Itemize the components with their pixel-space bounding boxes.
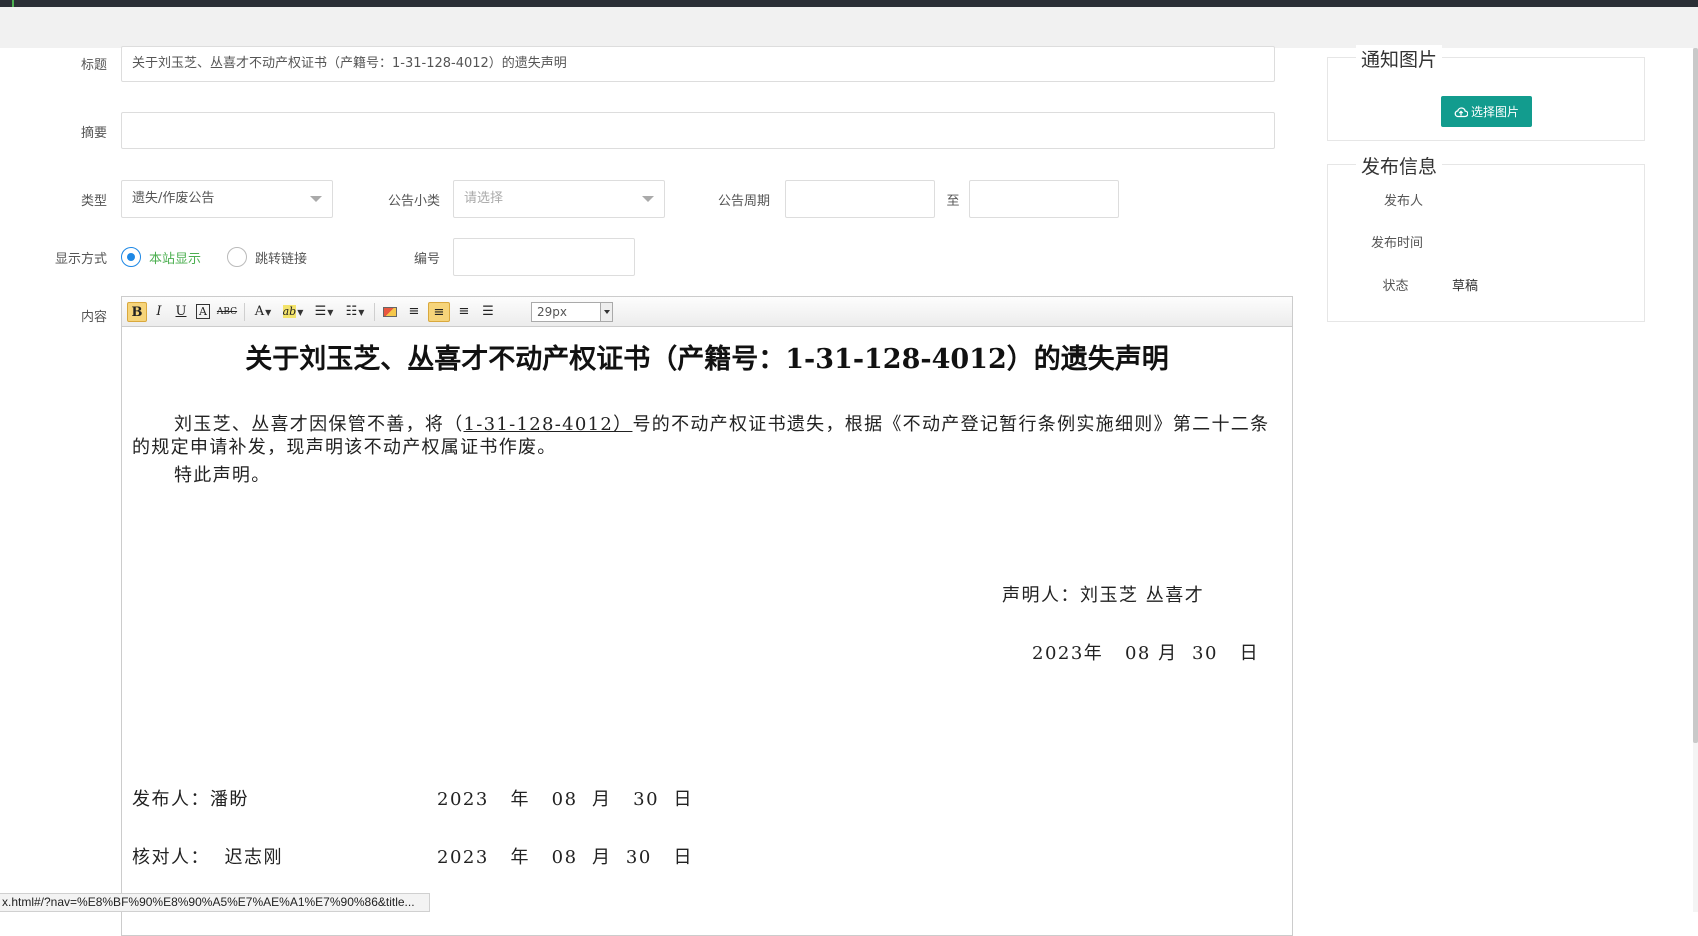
dropdown-arrow-icon: ▼ xyxy=(265,308,272,317)
select-image-button[interactable]: 选择图片 xyxy=(1441,96,1532,127)
content-label: 内容 xyxy=(80,310,107,325)
radio-jump-link-label: 跳转链接 xyxy=(255,251,308,267)
publisher-line: 发布人：潘盼 xyxy=(132,789,249,810)
text-color-icon: A xyxy=(254,304,265,319)
dropdown-arrow-icon: ▼ xyxy=(358,308,365,317)
align-center-button[interactable]: ≡ xyxy=(428,302,450,322)
highlight-button[interactable]: ab▼ xyxy=(279,302,307,322)
italic-button[interactable]: I xyxy=(150,302,168,322)
ordered-list-button[interactable]: ☰▼ xyxy=(311,302,337,322)
subcategory-placeholder: 请选择 xyxy=(464,191,504,206)
toolbar-divider xyxy=(374,303,375,321)
title-input-value: 关于刘玉芝、丛喜才不动产权证书（产籍号：1-31-128-4012）的遗失声明 xyxy=(132,56,567,71)
font-color-box-icon: A xyxy=(196,304,210,319)
document-title: 关于刘玉芝、丛喜才不动产权证书（产籍号：1-31-128-4012）的遗失声明 xyxy=(245,344,1169,375)
period-to-label: 至 xyxy=(946,194,960,209)
checker-line: 核对人： 迟志刚 xyxy=(132,847,283,868)
page-header-strip xyxy=(0,7,1698,48)
display-label: 显示方式 xyxy=(54,252,107,267)
publisher-date: 2023 年 08 月 30 日 xyxy=(437,789,693,810)
period-label: 公告周期 xyxy=(717,194,770,209)
status-label: 状态 xyxy=(1382,279,1409,294)
summary-label: 摘要 xyxy=(80,126,107,141)
chevron-down-icon[interactable] xyxy=(600,303,612,321)
title-label: 标题 xyxy=(80,58,107,73)
align-left-button[interactable]: ≡ xyxy=(404,302,424,322)
notice-image-panel: 通知图片 选择图片 xyxy=(1327,45,1645,141)
image-icon xyxy=(383,306,397,317)
chevron-down-icon xyxy=(642,196,654,202)
number-label: 编号 xyxy=(413,252,440,267)
declaration-date: 2023年 08 月 30 日 xyxy=(1032,643,1260,664)
unordered-list-button[interactable]: ☷▼ xyxy=(341,302,369,322)
document-paragraph-2: 特此声明。 xyxy=(174,465,271,486)
publish-info-panel: 发布信息 发布人 发布时间 状态 草稿 xyxy=(1327,152,1645,322)
browser-top-bar xyxy=(0,0,1698,7)
document-paragraph-1: 刘玉芝、丛喜才因保管不善，将（1-31-128-4012）号的不动产权证书遗失，… xyxy=(132,413,1282,459)
cloud-upload-icon xyxy=(1454,106,1468,117)
bold-button[interactable]: B xyxy=(127,302,147,322)
select-image-label: 选择图片 xyxy=(1470,105,1519,119)
ordered-list-icon: ☰ xyxy=(314,304,327,319)
page-scrollbar-thumb[interactable] xyxy=(1693,48,1698,743)
publish-time-label: 发布时间 xyxy=(1370,236,1423,251)
declarant-line: 声明人：刘玉芝 丛喜才 xyxy=(1002,585,1205,606)
text-color-button[interactable]: A▼ xyxy=(250,302,276,322)
notice-image-panel-title: 通知图片 xyxy=(1356,45,1443,72)
align-justify-button[interactable]: ☰ xyxy=(478,302,498,322)
toolbar-divider xyxy=(244,303,245,321)
font-size-select[interactable]: 29px xyxy=(531,302,613,322)
type-label: 类型 xyxy=(80,194,107,209)
underline-button[interactable]: U xyxy=(172,302,190,322)
font-size-value: 29px xyxy=(537,305,567,319)
status-value: 草稿 xyxy=(1452,279,1479,294)
align-center-icon: ≡ xyxy=(433,305,445,320)
unordered-list-icon: ☷ xyxy=(345,304,358,319)
radio-checked-icon xyxy=(121,247,141,267)
paragraph-1-start: 刘玉芝、丛喜才因保管不善，将（ xyxy=(174,414,464,435)
title-input[interactable]: 关于刘玉芝、丛喜才不动产权证书（产籍号：1-31-128-4012）的遗失声明 xyxy=(121,46,1275,82)
top-accent xyxy=(12,0,14,7)
publish-info-panel-title: 发布信息 xyxy=(1356,152,1443,179)
radio-unchecked-icon xyxy=(227,247,247,267)
align-right-button[interactable]: ≡ xyxy=(454,302,474,322)
radio-jump-link[interactable]: 跳转链接 xyxy=(227,247,307,267)
dropdown-arrow-icon: ▼ xyxy=(327,308,334,317)
browser-status-url: x.html#/?nav=%E8%BF%90%E8%90%A5%E7%AE%A1… xyxy=(0,893,430,912)
dropdown-arrow-icon: ▼ xyxy=(297,308,304,317)
summary-input[interactable] xyxy=(121,112,1275,149)
rich-text-editor[interactable]: B I U A ABC A▼ ab▼ ☰▼ ☷▼ ≡ ≡ ≡ ☰ 29px 关于… xyxy=(121,296,1293,936)
chevron-down-icon xyxy=(310,196,322,202)
number-input[interactable] xyxy=(453,238,635,276)
period-end-input[interactable] xyxy=(969,180,1119,218)
align-right-icon: ≡ xyxy=(458,304,470,319)
subcategory-select[interactable]: 请选择 xyxy=(453,180,665,218)
align-justify-icon: ☰ xyxy=(482,304,494,319)
font-color-box-button[interactable]: A xyxy=(194,302,212,322)
subcategory-label: 公告小类 xyxy=(387,194,440,209)
period-start-input[interactable] xyxy=(785,180,935,218)
checker-date: 2023 年 08 月 30 日 xyxy=(437,847,693,868)
type-select[interactable]: 遗失/作废公告 xyxy=(121,180,333,218)
align-left-icon: ≡ xyxy=(408,304,420,319)
strikethrough-button[interactable]: ABC xyxy=(216,302,238,322)
radio-site-display-label: 本站显示 xyxy=(149,251,202,267)
radio-site-display[interactable]: 本站显示 xyxy=(121,247,201,267)
type-select-value: 遗失/作废公告 xyxy=(132,191,215,206)
highlight-icon: ab xyxy=(282,305,297,318)
paragraph-1-underlined-number: 1-31-128-4012） xyxy=(463,414,633,435)
publisher-info-label: 发布人 xyxy=(1383,194,1423,209)
insert-image-button[interactable] xyxy=(380,302,400,322)
editor-toolbar: B I U A ABC A▼ ab▼ ☰▼ ☷▼ ≡ ≡ ≡ ☰ 29px xyxy=(122,297,1292,327)
